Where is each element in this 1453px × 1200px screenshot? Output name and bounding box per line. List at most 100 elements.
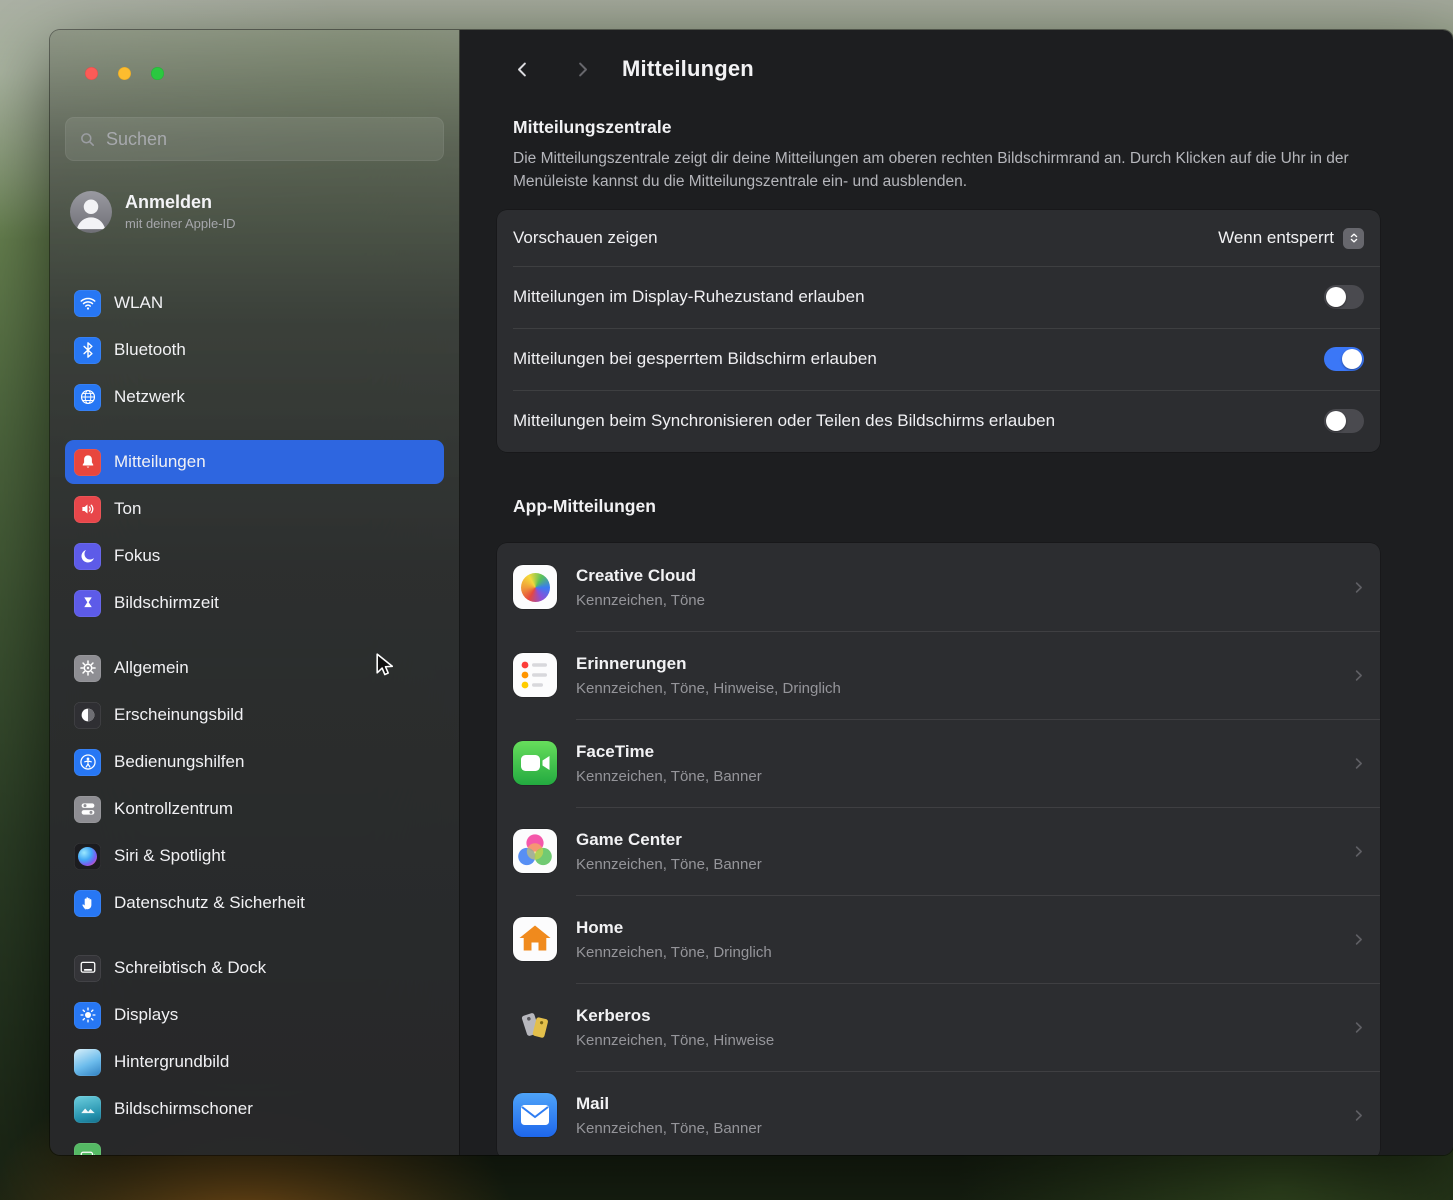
zoom-button[interactable]	[151, 67, 164, 80]
toggle-mitteilungen-beim-synchronisieren-oder-tei[interactable]	[1324, 409, 1364, 433]
chevron-right-icon	[1351, 668, 1366, 683]
sidebar-item-label: Hintergrundbild	[114, 1052, 229, 1072]
sidebar-nav: WLAN Bluetooth Netzwerk Mitteilungen Ton Foku…	[65, 281, 444, 1155]
toggle-knob	[1326, 287, 1346, 307]
sidebar-item-netzwerk[interactable]: Netzwerk	[65, 375, 444, 419]
sidebar-item-label: Bluetooth	[114, 340, 186, 360]
screensaver-icon	[74, 1096, 101, 1123]
sidebar-item-erscheinungsbild[interactable]: Erscheinungsbild	[65, 693, 444, 737]
sidebar-group: Schreibtisch & Dock Displays Hintergrundbi…	[65, 946, 444, 1155]
sidebar-item-kontrollzentrum[interactable]: Kontrollzentrum	[65, 787, 444, 831]
sidebar-item-ton[interactable]: Ton	[65, 487, 444, 531]
sidebar-item-hintergrundbild[interactable]: Hintergrundbild	[65, 1040, 444, 1084]
avatar-icon	[70, 191, 112, 233]
app-texts: Game Center Kennzeichen, Töne, Banner	[576, 830, 762, 873]
app-detail: Kennzeichen, Töne, Hinweise, Dringlich	[576, 680, 841, 697]
moon-icon	[74, 543, 101, 570]
chevron-right-icon	[1351, 580, 1366, 595]
app-detail: Kennzeichen, Töne, Banner	[576, 1120, 762, 1137]
app-row-mail[interactable]: MailKennzeichen, Töne, Banner	[497, 1071, 1380, 1155]
desktop-wallpaper: Suchen Anmelden mit deiner Apple-ID WLAN…	[0, 0, 1453, 1200]
sidebar-item-bildschirmschoner[interactable]: Bildschirmschoner	[65, 1087, 444, 1131]
hourglass-icon	[74, 590, 101, 617]
chevron-right-icon	[1351, 1108, 1366, 1123]
sidebar-item-bildschirmzeit[interactable]: Bildschirmzeit	[65, 581, 444, 625]
sidebar-group: WLAN Bluetooth Netzwerk	[65, 281, 444, 419]
setting-row-mitteilungen-im-display-ruhezustand-erlaub: Mitteilungen im Display-Ruhezustand erla…	[497, 266, 1380, 328]
profile-subtitle: mit deiner Apple-ID	[125, 216, 236, 231]
sidebar: Suchen Anmelden mit deiner Apple-ID WLAN…	[50, 30, 460, 1155]
setting-label: Mitteilungen bei gesperrtem Bildschirm e…	[513, 349, 897, 369]
sidebar-item-label: Mitteilungen	[114, 452, 206, 472]
sidebar-item-siri-spotlight[interactable]: Siri & Spotlight	[65, 834, 444, 878]
app-row-creative-cloud[interactable]: Creative Cloud Kennzeichen, Töne	[497, 543, 1380, 631]
preview-select[interactable]: Wenn entsperrt	[1218, 228, 1364, 249]
setting-row-mitteilungen-bei-gesperrtem-bildschirm-erl: Mitteilungen bei gesperrtem Bildschirm e…	[497, 328, 1380, 390]
sidebar-item-bluetooth[interactable]: Bluetooth	[65, 328, 444, 372]
setting-row-mitteilungen-beim-synchronisieren-oder-tei: Mitteilungen beim Synchronisieren oder T…	[497, 390, 1380, 452]
app-texts: HomeKennzeichen, Töne, Dringlich	[576, 918, 772, 961]
sidebar-item-allgemein[interactable]: Allgemein	[65, 646, 444, 690]
search-field[interactable]: Suchen	[65, 117, 444, 161]
sidebar-item-label: Ton	[114, 499, 141, 519]
sidebar-item-label: Siri & Spotlight	[114, 846, 226, 866]
chevron-updown-icon	[1343, 228, 1364, 249]
app-row-game-center[interactable]: Game Center Kennzeichen, Töne, Banner	[497, 807, 1380, 895]
app-texts: Creative Cloud Kennzeichen, Töne	[576, 566, 705, 609]
wifi-icon	[74, 290, 101, 317]
sidebar-item-wlan[interactable]: WLAN	[65, 281, 444, 325]
chevron-right-icon	[1351, 932, 1366, 947]
app-row-home[interactable]: HomeKennzeichen, Töne, Dringlich	[497, 895, 1380, 983]
app-notifications-card: Creative Cloud Kennzeichen, Töne Erinnerun…	[497, 543, 1380, 1155]
mail-icon	[513, 1093, 557, 1137]
app-row-kerberos[interactable]: KerberosKennzeichen, Töne, Hinweise	[497, 983, 1380, 1071]
app-detail: Kennzeichen, Töne, Banner	[576, 856, 762, 873]
siri-icon	[74, 843, 101, 870]
chevron-right-icon	[1351, 756, 1366, 771]
page-header: Mitteilungen	[510, 56, 1380, 82]
app-texts: KerberosKennzeichen, Töne, Hinweise	[576, 1006, 774, 1049]
system-settings-window: Suchen Anmelden mit deiner Apple-ID WLAN…	[50, 30, 1453, 1155]
app-name: Erinnerungen	[576, 654, 841, 674]
toggle-mitteilungen-im-display-ruhezustand-erlaub[interactable]	[1324, 285, 1364, 309]
back-button[interactable]	[510, 57, 534, 81]
sidebar-item-bedienungshilfen[interactable]: Bedienungshilfen	[65, 740, 444, 784]
app-notifications-heading: App-Mitteilungen	[513, 496, 1380, 517]
sidebar-item-label: Kontrollzentrum	[114, 799, 233, 819]
speaker-icon	[74, 496, 101, 523]
control-center-icon	[74, 796, 101, 823]
app-row-erinnerungen[interactable]: Erinnerungen Kennzeichen, Töne, Hinweise,…	[497, 631, 1380, 719]
sidebar-item-partial[interactable]	[65, 1134, 444, 1155]
sidebar-item-label: Schreibtisch & Dock	[114, 958, 266, 978]
sidebar-item-mitteilungen[interactable]: Mitteilungen	[65, 440, 444, 484]
sidebar-item-schreibtisch-dock[interactable]: Schreibtisch & Dock	[65, 946, 444, 990]
privacy-hand-icon	[74, 890, 101, 917]
app-detail: Kennzeichen, Töne	[576, 592, 705, 609]
app-name: Creative Cloud	[576, 566, 705, 586]
minimize-button[interactable]	[118, 67, 131, 80]
sidebar-item-displays[interactable]: Displays	[65, 993, 444, 1037]
sidebar-item-label: Netzwerk	[114, 387, 185, 407]
close-button[interactable]	[85, 67, 98, 80]
accessibility-icon	[74, 749, 101, 776]
sidebar-item-fokus[interactable]: Fokus	[65, 534, 444, 578]
app-row-facetime[interactable]: FaceTimeKennzeichen, Töne, Banner	[497, 719, 1380, 807]
sidebar-item-label: Allgemein	[114, 658, 189, 678]
kerberos-icon	[513, 1005, 557, 1049]
creative-cloud-icon	[513, 565, 557, 609]
profile-item[interactable]: Anmelden mit deiner Apple-ID	[70, 191, 444, 233]
sidebar-item-label: Erscheinungsbild	[114, 705, 243, 725]
gear-icon	[74, 655, 101, 682]
app-name: Game Center	[576, 830, 762, 850]
preview-select-value: Wenn entsperrt	[1218, 228, 1334, 248]
forward-button[interactable]	[570, 57, 594, 81]
sidebar-item-datenschutz-sicherheit[interactable]: Datenschutz & Sicherheit	[65, 881, 444, 925]
app-texts: MailKennzeichen, Töne, Banner	[576, 1094, 762, 1137]
app-texts: Erinnerungen Kennzeichen, Töne, Hinweise,…	[576, 654, 841, 697]
network-globe-icon	[74, 384, 101, 411]
appearance-icon	[74, 702, 101, 729]
toggle-mitteilungen-bei-gesperrtem-bildschirm-erl[interactable]	[1324, 347, 1364, 371]
search-placeholder: Suchen	[106, 129, 167, 150]
home-icon	[513, 917, 557, 961]
reminders-icon	[513, 653, 557, 697]
